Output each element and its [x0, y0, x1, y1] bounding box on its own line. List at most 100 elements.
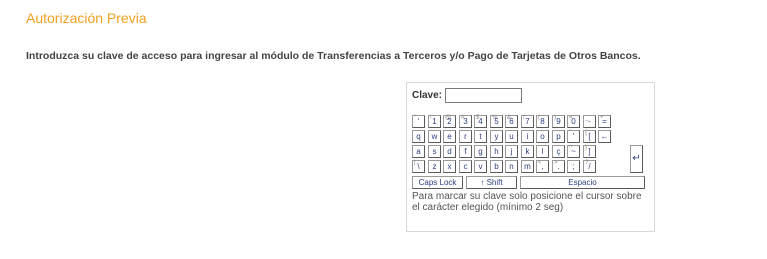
keyboard-key[interactable]: a — [412, 145, 425, 158]
page-title: Autorización Previa — [26, 10, 147, 26]
key-main-char: p — [556, 132, 561, 141]
key-main-char: n — [509, 162, 514, 171]
keyboard-key[interactable]: (8 — [536, 115, 549, 128]
keyboard-key[interactable]: v — [474, 160, 487, 173]
key-main-char: c — [463, 162, 468, 171]
keyboard-key[interactable]: g — [474, 145, 487, 158]
key-main-char: ← — [600, 132, 609, 141]
key-main-char: j — [510, 147, 513, 156]
keyboard-key[interactable]: e — [443, 130, 456, 143]
keyboard-key[interactable]: $4 — [474, 115, 487, 128]
key-main-char: 8 — [540, 117, 545, 126]
keyboard-key[interactable]: q — [412, 130, 425, 143]
key-main-char: v — [478, 162, 483, 171]
keyboard-key[interactable]: <, — [536, 160, 549, 173]
password-row: Clave: — [412, 88, 523, 103]
keyboard-key[interactable]: #3 — [459, 115, 472, 128]
space-key[interactable]: Espacio — [520, 176, 645, 189]
keyboard-key[interactable]: t — [474, 130, 487, 143]
key-main-char: q — [416, 132, 421, 141]
key-main-char: ] — [588, 147, 591, 156]
key-main-char: w — [431, 132, 438, 141]
key-main-char: u — [509, 132, 514, 141]
shift-key[interactable]: ↑ Shift — [466, 176, 517, 189]
keyboard-key[interactable]: ? / — [583, 160, 596, 173]
keyboard-key[interactable]: f — [459, 145, 472, 158]
caps-lock-key[interactable]: Caps Lock — [412, 176, 463, 189]
keyboard-key[interactable]: ` ' — [567, 130, 580, 143]
keyboard-key[interactable]: l — [536, 145, 549, 158]
key-main-char: 6 — [509, 117, 514, 126]
keyboard-key[interactable]: _ - — [583, 115, 596, 128]
keyboard-key[interactable]: /7 — [521, 115, 534, 128]
keyboard-key[interactable]: " ' — [412, 115, 425, 128]
password-input[interactable] — [445, 88, 523, 103]
keyboard-key[interactable]: m — [521, 160, 534, 173]
keyboard-key[interactable]: = 0 — [567, 115, 580, 128]
keyboard-key[interactable]: & 6 — [505, 115, 518, 128]
keyboard-key[interactable]: r — [459, 130, 472, 143]
key-main-char: s — [432, 147, 437, 156]
key-main-char: 2 — [447, 117, 452, 126]
key-main-char: l — [541, 147, 544, 156]
keyboard-key[interactable]: ← — [598, 130, 611, 143]
keyboard-key[interactable]: ! 1 — [428, 115, 441, 128]
keyboard-key[interactable]: u — [505, 130, 518, 143]
key-main-char: 3 — [463, 117, 468, 126]
keyboard-key[interactable]: y — [490, 130, 503, 143]
keyboard-key[interactable]: }] — [583, 145, 596, 158]
keyboard-key[interactable]: ) 9 — [552, 115, 565, 128]
key-main-char: i — [526, 132, 529, 141]
key-main-char: ' — [417, 117, 420, 126]
enter-key[interactable]: ↵ — [630, 145, 643, 173]
key-main-char: 4 — [478, 117, 483, 126]
key-main-char: k — [525, 147, 530, 156]
key-main-char: ç — [556, 147, 561, 156]
keyboard-key[interactable]: i — [521, 130, 534, 143]
key-main-char: ~ — [571, 147, 576, 156]
keyboard-key[interactable]: ^ ~ — [567, 145, 580, 158]
key-main-char: f — [464, 147, 467, 156]
key-main-char: b — [494, 162, 499, 171]
key-main-char: [ — [588, 132, 591, 141]
key-main-char: / — [588, 162, 591, 171]
key-main-char: . — [557, 162, 560, 171]
keyboard-key[interactable]: x — [443, 160, 456, 173]
keyboard-key[interactable]: d — [443, 145, 456, 158]
keyboard-key[interactable]: | \ — [412, 160, 425, 173]
keyboard-key[interactable]: s — [428, 145, 441, 158]
key-main-char: h — [494, 147, 499, 156]
key-main-char: r — [464, 132, 467, 141]
key-main-char: m — [524, 162, 531, 171]
login-panel: Clave: " '! 1 @2 #3 $4% 5 & 6/7(8) 9 = 0 _ - + = qwerty… — [406, 82, 655, 232]
key-main-char: x — [447, 162, 452, 171]
hint-text: Para marcar su clave solo posicione el c… — [412, 191, 642, 213]
keyboard-key[interactable]: o — [536, 130, 549, 143]
key-main-char: \ — [417, 162, 420, 171]
keyboard-key[interactable]: z — [428, 160, 441, 173]
keyboard-key[interactable]: b — [490, 160, 503, 173]
key-main-char: 7 — [525, 117, 530, 126]
keyboard-key[interactable]: + = — [598, 115, 611, 128]
keyboard-key[interactable]: p — [552, 130, 565, 143]
password-label: Clave: — [412, 90, 443, 101]
key-main-char: y — [494, 132, 499, 141]
keyboard-key[interactable]: n — [505, 160, 518, 173]
keyboard-key[interactable]: w — [428, 130, 441, 143]
keyboard-key[interactable]: :; — [567, 160, 580, 173]
keyboard-key[interactable]: k — [521, 145, 534, 158]
keyboard-key[interactable]: {[ — [583, 130, 596, 143]
key-main-char: a — [416, 147, 421, 156]
keyboard-key[interactable]: @2 — [443, 115, 456, 128]
key-main-char: g — [478, 147, 483, 156]
keyboard-key[interactable]: h — [490, 145, 503, 158]
keyboard-key[interactable]: j — [505, 145, 518, 158]
key-main-char: o — [540, 132, 545, 141]
keyboard-key[interactable]: % 5 — [490, 115, 503, 128]
intro-text: Introduzca su clave de acceso para ingre… — [26, 50, 641, 62]
keyboard-key[interactable]: c — [459, 160, 472, 173]
keyboard-key[interactable]: ç — [552, 145, 565, 158]
key-main-char: - — [588, 117, 591, 126]
keyboard-key[interactable]: >. — [552, 160, 565, 173]
key-main-char: 9 — [556, 117, 561, 126]
